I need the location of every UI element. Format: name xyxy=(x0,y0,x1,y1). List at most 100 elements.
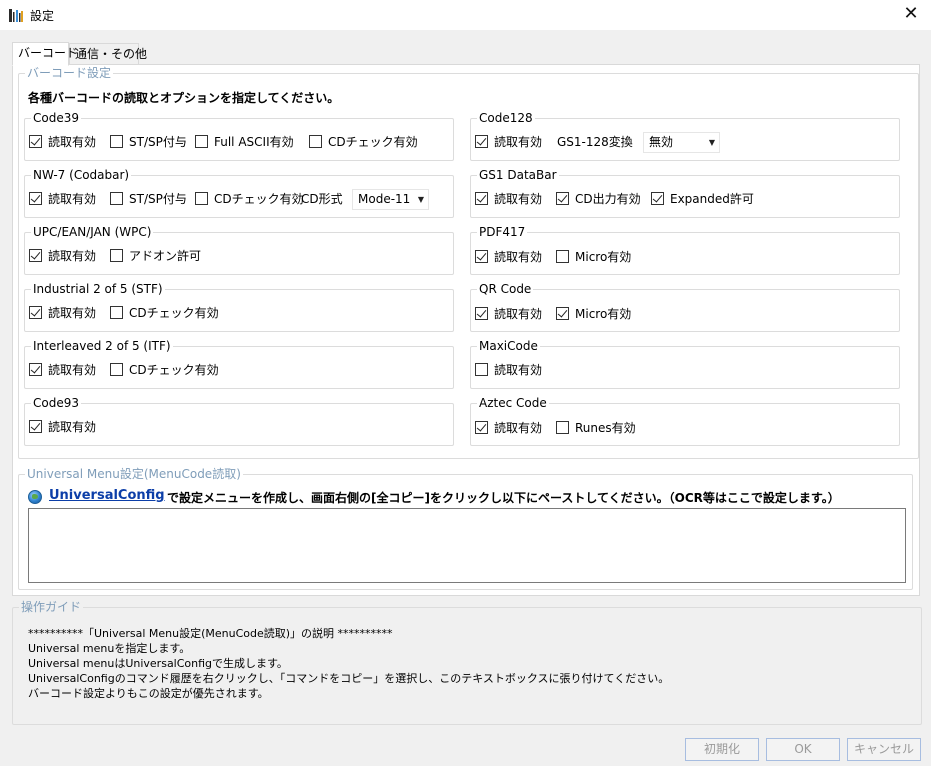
reset-button[interactable]: 初期化 xyxy=(685,738,759,761)
guide-line: UniversalConfigのコマンド履歴を右クリックし、「コマンドをコピー」… xyxy=(28,672,670,685)
chevron-down-icon: ▼ xyxy=(417,195,424,204)
window-title: 設定 xyxy=(30,9,55,23)
checkbox-box[interactable] xyxy=(110,135,123,148)
checkbox-label: 読取有効 xyxy=(494,363,543,377)
group-maxicode-title: MaxiCode xyxy=(479,339,538,353)
guide-line: バーコード設定よりもこの設定が優先されます。 xyxy=(28,687,269,700)
checkbox-box[interactable] xyxy=(29,135,42,148)
title-bar: 設定 ✕ xyxy=(0,0,931,30)
group-qr-code-title: QR Code xyxy=(479,282,532,296)
group-code39-title: Code39 xyxy=(33,111,79,125)
checkbox-label: Runes有効 xyxy=(575,421,636,435)
ok-button[interactable]: OK xyxy=(766,738,840,761)
checkbox-label: 読取有効 xyxy=(48,249,97,263)
checkbox-box[interactable] xyxy=(29,306,42,319)
checkbox-label: CD出力有効 xyxy=(575,192,641,206)
checkbox-box[interactable] xyxy=(29,249,42,262)
barcode-instruction: 各種バーコードの読取とオプションを指定してください。 xyxy=(28,91,340,105)
checkbox-box[interactable] xyxy=(29,420,42,433)
universal-config-link[interactable]: UniversalConfig xyxy=(49,488,165,503)
checkbox-label: CDチェック有効 xyxy=(214,192,304,206)
guide-line: **********「Universal Menu設定(MenuCode読取)」… xyxy=(28,627,393,640)
chevron-down-icon: ▼ xyxy=(708,138,715,147)
checkbox-label: 読取有効 xyxy=(494,421,543,435)
checkbox-box[interactable] xyxy=(110,363,123,376)
code93-options: 読取有効 xyxy=(29,416,449,438)
group-aztec-title: Aztec Code xyxy=(479,396,547,410)
checkbox-label: ST/SP付与 xyxy=(129,192,187,206)
checkbox-box[interactable] xyxy=(110,306,123,319)
pdf417-options: 読取有効 Micro有効 xyxy=(475,246,895,268)
checkbox-box[interactable] xyxy=(475,363,488,376)
checkbox-label: 読取有効 xyxy=(48,363,97,377)
checkbox-box[interactable] xyxy=(475,192,488,205)
checkbox-label: ST/SP付与 xyxy=(129,135,187,149)
checkbox-label: CDチェック有効 xyxy=(328,135,418,149)
close-icon[interactable]: ✕ xyxy=(891,0,931,30)
checkbox-box[interactable] xyxy=(556,250,569,263)
gs1-databar-options: 読取有効 CD出力有効 Expanded許可 xyxy=(475,188,895,210)
operation-guide-legend: 操作ガイド xyxy=(21,600,82,614)
group-code128-title: Code128 xyxy=(479,111,533,125)
checkbox-label: Full ASCII有効 xyxy=(214,135,294,149)
globe-icon xyxy=(28,490,42,504)
checkbox-box[interactable] xyxy=(110,192,123,205)
nw7-cd-format-label: CD形式 xyxy=(301,192,343,206)
itf-options: 読取有効 CDチェック有効 xyxy=(29,359,449,381)
group-gs1-databar-title: GS1 DataBar xyxy=(479,168,557,182)
code128-gs1-conversion-value: 無効 xyxy=(649,135,674,149)
barcode-settings-legend: バーコード設定 xyxy=(27,66,112,80)
app-icon xyxy=(9,9,23,22)
checkbox-label: 読取有効 xyxy=(494,307,543,321)
universal-menu-description: で設定メニューを作成し、画面右側の[全コピー]をクリックし以下にペーストしてくだ… xyxy=(167,491,840,505)
checkbox-label: 読取有効 xyxy=(48,306,97,320)
code128-options: 読取有効 GS1-128変換 無効 ▼ xyxy=(475,131,895,153)
checkbox-label: 読取有効 xyxy=(48,135,97,149)
checkbox-box[interactable] xyxy=(195,135,208,148)
checkbox-box[interactable] xyxy=(110,249,123,262)
nw7-cd-format-select[interactable]: Mode-11 ▼ xyxy=(352,189,429,210)
checkbox-box[interactable] xyxy=(29,192,42,205)
checkbox-label: 読取有効 xyxy=(494,135,543,149)
operation-guide-text: **********「Universal Menu設定(MenuCode読取)」… xyxy=(28,626,669,701)
checkbox-box[interactable] xyxy=(651,192,664,205)
checkbox-label: Expanded許可 xyxy=(670,192,754,206)
guide-line: Universal menuを指定します。 xyxy=(28,642,191,655)
checkbox-label: CDチェック有効 xyxy=(129,363,219,377)
checkbox-box[interactable] xyxy=(195,192,208,205)
checkbox-box[interactable] xyxy=(309,135,322,148)
code39-options: 読取有効 ST/SP付与 Full ASCII有効 CDチェック有効 xyxy=(29,131,449,153)
cancel-button[interactable]: キャンセル xyxy=(847,738,921,761)
checkbox-box[interactable] xyxy=(475,250,488,263)
checkbox-box[interactable] xyxy=(475,307,488,320)
checkbox-label: アドオン許可 xyxy=(129,249,202,263)
universal-menu-legend: Universal Menu設定(MenuCode読取) xyxy=(27,467,241,481)
checkbox-label: CDチェック有効 xyxy=(129,306,219,320)
checkbox-box[interactable] xyxy=(556,192,569,205)
checkbox-label: Micro有効 xyxy=(575,250,632,264)
qr-code-options: 読取有効 Micro有効 xyxy=(475,303,895,325)
tab-communication-other[interactable]: 通信・その他 xyxy=(69,43,147,65)
checkbox-box[interactable] xyxy=(29,363,42,376)
aztec-options: 読取有効 Runes有効 xyxy=(475,417,895,439)
code128-gs1-conversion-label: GS1-128変換 xyxy=(557,135,633,149)
group-itf-title: Interleaved 2 of 5 (ITF) xyxy=(33,339,171,353)
checkbox-label: 読取有効 xyxy=(48,192,97,206)
checkbox-box[interactable] xyxy=(556,307,569,320)
maxicode-options: 読取有効 xyxy=(475,359,895,381)
checkbox-box[interactable] xyxy=(475,135,488,148)
group-industrial-2of5-title: Industrial 2 of 5 (STF) xyxy=(33,282,163,296)
menucode-textbox[interactable] xyxy=(28,508,906,583)
code128-gs1-conversion-select[interactable]: 無効 ▼ xyxy=(643,132,720,153)
checkbox-box[interactable] xyxy=(556,421,569,434)
nw7-cd-format-value: Mode-11 xyxy=(358,192,411,206)
checkbox-label: 読取有効 xyxy=(494,192,543,206)
checkbox-label: 読取有効 xyxy=(48,420,97,434)
checkbox-box[interactable] xyxy=(475,421,488,434)
guide-line: Universal menuはUniversalConfigで生成します。 xyxy=(28,657,288,670)
group-code93-title: Code93 xyxy=(33,396,79,410)
checkbox-label: Micro有効 xyxy=(575,307,632,321)
tab-barcode[interactable]: バーコード xyxy=(12,42,78,66)
nw7-options: 読取有効 ST/SP付与 CDチェック有効 CD形式 Mode-11 ▼ xyxy=(29,188,449,210)
upc-options: 読取有効 アドオン許可 xyxy=(29,245,449,267)
